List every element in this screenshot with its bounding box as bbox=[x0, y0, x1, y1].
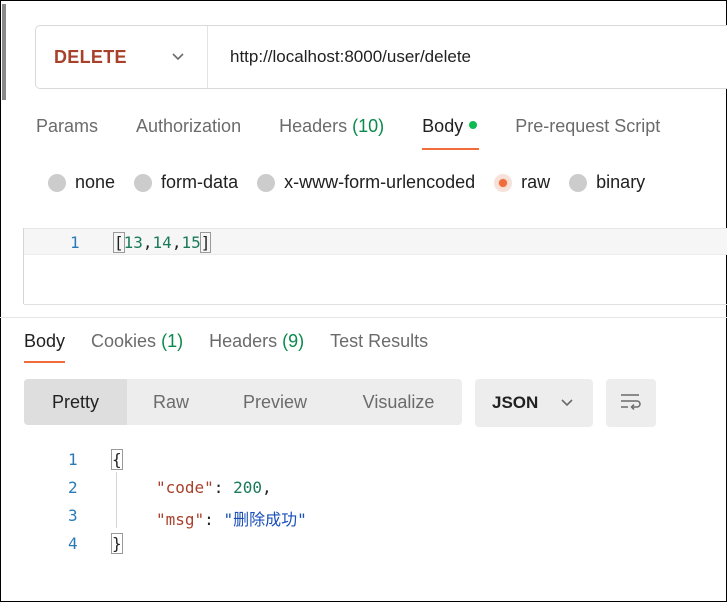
json-key: "code" bbox=[156, 478, 214, 497]
tab-cookies[interactable]: Cookies (1) bbox=[91, 331, 183, 352]
radio-none[interactable]: none bbox=[48, 172, 115, 193]
view-raw-button[interactable]: Raw bbox=[127, 379, 215, 425]
radio-raw[interactable]: raw bbox=[494, 172, 550, 193]
tab-count: (9) bbox=[282, 331, 305, 351]
tab-label: Headers bbox=[279, 116, 348, 136]
json-colon: : bbox=[213, 478, 224, 497]
divider bbox=[24, 304, 727, 305]
tab-count: (1) bbox=[161, 331, 184, 351]
view-visualize-button[interactable]: Visualize bbox=[335, 379, 462, 425]
tab-test-results[interactable]: Test Results bbox=[330, 331, 428, 352]
radio-icon[interactable] bbox=[134, 173, 153, 192]
tab-response-body[interactable]: Body bbox=[24, 331, 66, 363]
response-line-number: 3 bbox=[68, 506, 78, 525]
tab-label: Params bbox=[36, 116, 99, 136]
radio-x-www-form-urlencoded[interactable]: x-www-form-urlencoded bbox=[257, 172, 475, 193]
response-tabs: Body Cookies (1) Headers (9) Test Result… bbox=[24, 331, 454, 363]
view-pretty-button[interactable]: Pretty bbox=[24, 379, 127, 425]
response-code-line: { bbox=[111, 449, 123, 470]
left-panel-edge bbox=[2, 4, 6, 100]
tab-body[interactable]: Body bbox=[422, 116, 480, 150]
tab-label: Headers bbox=[209, 331, 278, 351]
json-colon: : bbox=[204, 510, 214, 529]
radio-icon[interactable] bbox=[257, 173, 276, 192]
json-number: 200 bbox=[233, 478, 262, 497]
url-bar: DELETE http://localhost:8000/user/delete bbox=[35, 25, 727, 89]
response-line-number: 4 bbox=[68, 534, 78, 553]
bracket-open: [ bbox=[113, 232, 125, 253]
view-mode-group: Pretty Raw Preview Visualize bbox=[24, 379, 462, 425]
tab-label: Authorization bbox=[136, 116, 242, 136]
tab-headers[interactable]: Headers (10) bbox=[279, 116, 384, 137]
method-select[interactable]: DELETE bbox=[36, 26, 208, 88]
brace-open: { bbox=[111, 449, 123, 470]
tab-params[interactable]: Params bbox=[36, 116, 98, 137]
radio-label: x-www-form-urlencoded bbox=[284, 172, 476, 192]
tab-authorization[interactable]: Authorization bbox=[136, 116, 241, 137]
code-number: 13 bbox=[123, 233, 143, 252]
json-comma: , bbox=[261, 478, 272, 497]
body-type-options: none form-data x-www-form-urlencoded raw… bbox=[48, 172, 664, 193]
indent-guide bbox=[116, 472, 117, 528]
radio-label: raw bbox=[521, 172, 551, 192]
response-line-number: 2 bbox=[68, 478, 78, 497]
app-frame bbox=[0, 0, 727, 602]
request-body-code[interactable]: [13,14,15] bbox=[113, 232, 212, 253]
brace-close: } bbox=[111, 533, 123, 554]
tab-label: Pre-request Script bbox=[515, 116, 661, 136]
status-dot-icon bbox=[469, 121, 478, 129]
code-comma: , bbox=[142, 233, 153, 252]
code-number: 15 bbox=[181, 233, 201, 252]
method-label: DELETE bbox=[54, 46, 127, 67]
request-tabs: Params Authorization Headers (10) Body P… bbox=[36, 116, 698, 150]
tab-count: (10) bbox=[352, 116, 385, 136]
radio-label: form-data bbox=[161, 172, 239, 192]
wrap-lines-icon bbox=[619, 391, 643, 416]
response-code-line: "code": 200, bbox=[156, 478, 272, 497]
tab-label: Cookies bbox=[91, 331, 157, 351]
json-string: "删除成功" bbox=[223, 510, 307, 529]
chevron-down-icon bbox=[560, 395, 574, 411]
response-line-number: 1 bbox=[68, 450, 78, 469]
radio-icon[interactable] bbox=[48, 173, 66, 192]
tab-response-headers[interactable]: Headers (9) bbox=[209, 331, 304, 352]
json-key: "msg" bbox=[156, 510, 205, 529]
radio-icon[interactable] bbox=[569, 173, 588, 192]
radio-binary[interactable]: binary bbox=[569, 172, 645, 193]
chevron-down-icon bbox=[171, 49, 185, 65]
format-label: JSON bbox=[492, 393, 539, 412]
radio-checked-icon[interactable] bbox=[494, 173, 513, 192]
wrap-lines-button[interactable] bbox=[606, 379, 656, 427]
divider bbox=[0, 317, 727, 318]
code-comma: , bbox=[171, 233, 182, 252]
radio-label: none bbox=[75, 172, 116, 192]
bracket-close: ] bbox=[199, 232, 212, 253]
radio-label: binary bbox=[596, 172, 646, 192]
url-input[interactable]: http://localhost:8000/user/delete bbox=[230, 47, 471, 67]
response-code-line: } bbox=[111, 533, 123, 554]
code-number: 14 bbox=[152, 233, 172, 252]
format-select[interactable]: JSON bbox=[475, 379, 593, 427]
request-line-number: 1 bbox=[70, 233, 80, 252]
view-preview-button[interactable]: Preview bbox=[215, 379, 335, 425]
response-code-line: "msg": "删除成功" bbox=[156, 506, 307, 530]
tab-pre-request-script[interactable]: Pre-request Script bbox=[515, 116, 660, 137]
tab-label: Body bbox=[24, 331, 66, 351]
radio-form-data[interactable]: form-data bbox=[134, 172, 238, 193]
tab-label: Body bbox=[422, 116, 464, 136]
tab-label: Test Results bbox=[330, 331, 429, 351]
